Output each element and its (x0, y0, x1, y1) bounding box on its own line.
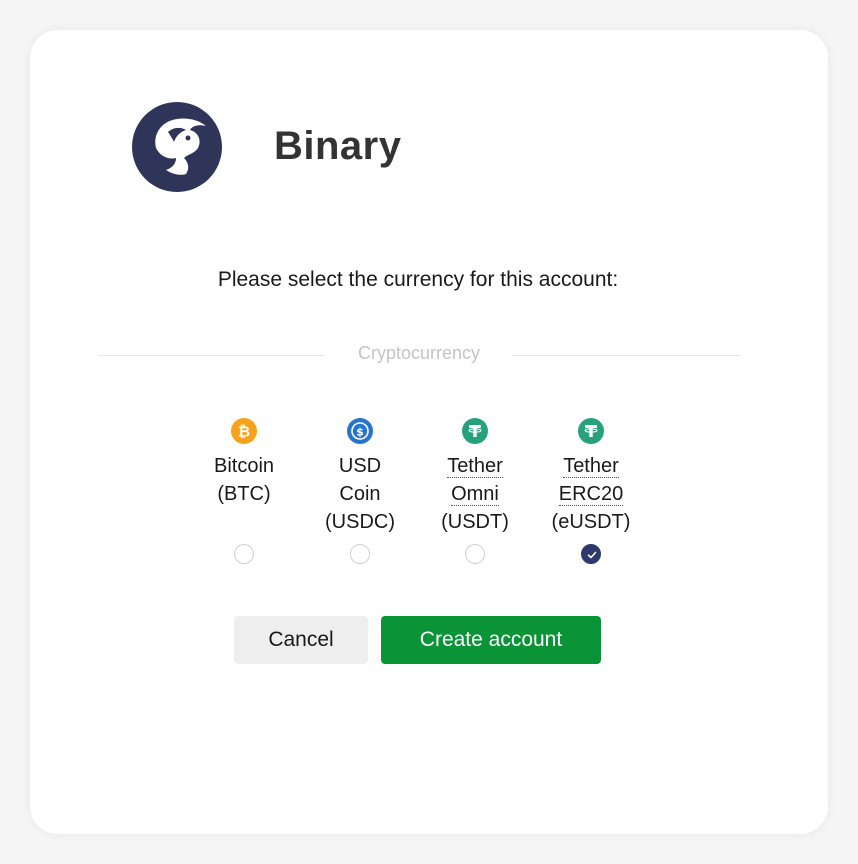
section-divider: Cryptocurrency (98, 343, 740, 367)
bitcoin-icon: ₿ (231, 418, 257, 444)
currency-option-eusdt[interactable]: Tether ERC20 (eUSDT) (536, 418, 646, 536)
svg-text:₿: ₿ (238, 423, 250, 441)
account-dialog: Binary Please select the currency for th… (30, 30, 828, 834)
radio-usdc[interactable] (350, 544, 370, 564)
svg-text:$: $ (356, 426, 364, 439)
check-icon (587, 551, 597, 559)
brand-name: Binary (274, 124, 402, 168)
currency-options: ₿ Bitcoin (BTC) $ USD Coin (USDC) Tether… (30, 418, 828, 568)
currency-prompt: Please select the currency for this acco… (217, 268, 619, 291)
currency-label: Tether ERC20 (eUSDT) (551, 455, 631, 533)
currency-label: USD Coin (USDC) (325, 455, 395, 533)
currency-option-usdc[interactable]: $ USD Coin (USDC) (305, 418, 415, 536)
radio-btc[interactable] (234, 544, 254, 564)
divider-line-right (512, 355, 740, 356)
section-label: Cryptocurrency (357, 343, 481, 363)
usd-coin-icon: $ (347, 418, 373, 444)
radio-usdt[interactable] (465, 544, 485, 564)
tether-icon (462, 418, 488, 444)
currency-label: Tether Omni (USDT) (441, 455, 509, 533)
currency-label: Bitcoin (BTC) (213, 455, 275, 505)
tether-icon (578, 418, 604, 444)
cancel-button[interactable]: Cancel (234, 616, 368, 664)
currency-option-usdt[interactable]: Tether Omni (USDT) (420, 418, 530, 536)
currency-option-btc[interactable]: ₿ Bitcoin (BTC) (189, 418, 299, 508)
create-account-button[interactable]: Create account (381, 616, 601, 664)
bull-logo-icon (132, 102, 222, 192)
radio-eusdt[interactable] (581, 544, 601, 564)
